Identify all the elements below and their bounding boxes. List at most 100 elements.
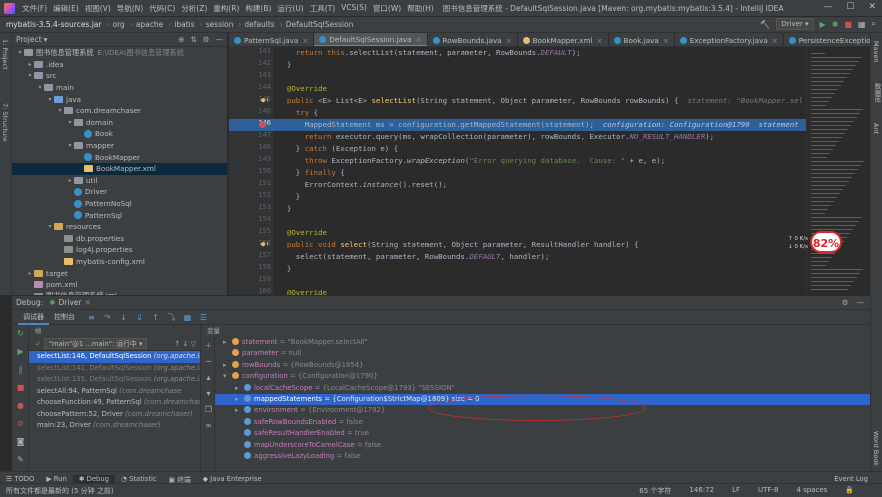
menu-item[interactable]: VCS(S) [338, 3, 370, 14]
hide-icon[interactable]: — [216, 35, 224, 44]
tree-item[interactable]: PatternNoSql [12, 198, 227, 210]
editor-tab[interactable]: ExceptionFactory.java × [675, 33, 784, 46]
menu-item[interactable]: 窗口(W) [370, 3, 404, 14]
editor-tab[interactable]: DefaultSqlSession.java × [314, 33, 428, 46]
stack-frame[interactable]: main:23, Driver (com.dreamchaser) [29, 420, 200, 432]
show-execution-point-icon[interactable]: ≡ [87, 313, 96, 322]
tree-item[interactable]: ▾ src [12, 70, 227, 82]
debug-icon[interactable]: ✱ [832, 20, 839, 29]
step-into-icon[interactable]: ↓ [119, 313, 128, 322]
expand-arrow-icon[interactable]: ▾ [56, 107, 64, 114]
variable-row[interactable]: parameter = null [215, 348, 870, 359]
breakpoint-icon[interactable] [259, 121, 266, 128]
close-tab-icon[interactable]: × [302, 36, 308, 45]
frame-nav-icons[interactable]: ↑ ↓ ▽ [174, 340, 196, 348]
tree-item[interactable]: ▸ .idea [12, 59, 227, 71]
tree-item[interactable]: BookMapper [12, 151, 227, 163]
tree-item[interactable]: mybatis-config.xml [12, 256, 227, 268]
mute-breakpoints-icon[interactable]: ⊘ [16, 419, 25, 428]
tree-item[interactable]: ▾ resources [12, 221, 227, 233]
menu-item[interactable]: 分析(Z) [178, 3, 210, 14]
stop-icon[interactable]: ■ [16, 383, 25, 392]
view-breakpoints-icon[interactable]: ● [16, 401, 25, 410]
tree-item[interactable]: ▾ mapper [12, 140, 227, 152]
locate-icon[interactable]: ⊕ [178, 35, 184, 44]
rerun-icon[interactable]: ↻ [16, 329, 25, 338]
menu-item[interactable]: 编辑(E) [50, 3, 82, 14]
menu-item[interactable]: 帮助(H) [404, 3, 437, 14]
variable-row[interactable]: ▸ localCacheScope = {LocalCacheScope@1793… [215, 383, 870, 394]
expand-arrow-icon[interactable]: ▾ [46, 223, 54, 230]
variable-row[interactable]: ▸ rowBounds = {RowBounds@1854} [215, 360, 870, 371]
tool-window-tab[interactable]: ✱ Debug [72, 474, 115, 483]
tool-window-tab[interactable]: ◆ Java Enterprise [197, 475, 268, 483]
status-line-ending[interactable]: LF [726, 486, 746, 496]
run-icon[interactable]: ▶ [820, 20, 826, 29]
menu-item[interactable]: 构建(B) [242, 3, 274, 14]
tool-window-tab[interactable]: ▣ 终端 [163, 474, 197, 484]
menu-item[interactable]: 运行(U) [274, 3, 306, 14]
stack-frame[interactable]: selectAll:94, PatternSql (com.dreamchase [29, 386, 200, 398]
run-config-select[interactable]: Driver ▾ [776, 18, 814, 30]
tree-item[interactable]: ▸ target [12, 267, 227, 279]
stack-frame[interactable]: selectList:146, DefaultSqlSession (org.a… [29, 351, 200, 363]
run-to-cursor-icon[interactable]: ⤵ [167, 313, 176, 322]
tree-item[interactable]: pom.xml [12, 279, 227, 291]
step-out-icon[interactable]: ↑ [151, 313, 160, 322]
minimap[interactable] [806, 47, 870, 295]
expand-arrow-icon[interactable]: ▾ [16, 49, 24, 56]
tab-debugger[interactable]: 调试器 [18, 310, 49, 325]
breadcrumb-item[interactable]: ibatis [174, 20, 194, 29]
stack-frame[interactable]: choosePattern:52, Driver (com.dreamchase… [29, 409, 200, 421]
project-structure-icon[interactable]: ▦ [858, 20, 866, 29]
expand-arrow-icon[interactable]: ▾ [36, 84, 44, 91]
variable-row[interactable]: safeResultHandlerEnabled = true [215, 428, 870, 439]
lock-icon[interactable]: 🔒 [839, 486, 860, 496]
breadcrumb-item[interactable]: org [113, 20, 125, 29]
breadcrumb-item[interactable]: defaults [244, 20, 274, 29]
tool-window-tab[interactable]: ▶ Run [40, 475, 72, 483]
editor-tab[interactable]: BookMapper.xml × [518, 33, 609, 46]
tree-item[interactable]: ▾ java [12, 93, 227, 105]
expand-arrow-icon[interactable]: ▾ [46, 96, 54, 103]
breadcrumb-item[interactable]: mybatis-3.5.4-sources.jar [6, 20, 102, 29]
new-watch-icon[interactable]: + [204, 341, 213, 350]
variable-row[interactable]: ▾ configuration = {Configuration@1790} [215, 371, 870, 382]
hide-icon[interactable]: — [857, 298, 865, 307]
gear-icon[interactable]: ⚙ [203, 35, 210, 44]
event-log-button[interactable]: Event Log [828, 475, 874, 483]
maximize-button[interactable]: ☐ [846, 2, 854, 12]
more-icon[interactable]: ☰ [199, 313, 208, 322]
pause-icon[interactable]: ‖ [16, 365, 25, 374]
expand-arrow-icon[interactable]: ▸ [223, 337, 232, 348]
tree-item[interactable]: log4j.properties [12, 244, 227, 256]
menu-item[interactable]: 工具(T) [307, 3, 338, 14]
database-tool-label[interactable]: 数据库 [872, 83, 882, 103]
maven-tool-label[interactable]: Maven [872, 41, 880, 63]
close-tab-icon[interactable]: × [597, 36, 603, 45]
expand-arrow-icon[interactable]: ▸ [26, 270, 34, 277]
ant-tool-label[interactable]: Ant [872, 123, 880, 134]
expand-arrow-icon[interactable]: ▾ [66, 142, 74, 149]
up-icon[interactable]: ▴ [204, 373, 213, 382]
structure-tool-label[interactable]: 7: Structure [1, 103, 9, 142]
stack-frame[interactable]: selectList:135, DefaultSqlSession (org.a… [29, 374, 200, 386]
tree-item[interactable]: ▾ 图书信息管理系统 E:\IDEA\图书信息管理系统 [12, 47, 227, 59]
pin-icon[interactable]: ✎ [16, 455, 25, 464]
menu-item[interactable]: 代码(C) [146, 3, 178, 14]
project-title[interactable]: Project [16, 35, 42, 44]
status-position[interactable]: 146:72 [683, 486, 720, 496]
variable-row[interactable]: mapUnderscoreToCamelCase = false [215, 440, 870, 451]
force-step-into-icon[interactable]: ⇓ [135, 313, 144, 322]
expand-arrow-icon[interactable]: ▸ [235, 405, 244, 416]
tree-item[interactable]: ▾ domain [12, 117, 227, 129]
collapse-icon[interactable]: − [204, 357, 213, 366]
project-tool-label[interactable]: 1: Project [1, 39, 9, 70]
stack-frame[interactable]: chooseFunction:49, PatternSql (com.dream… [29, 397, 200, 409]
status-encoding[interactable]: UTF-8 [752, 486, 784, 496]
down-icon[interactable]: ▾ [204, 389, 213, 398]
menu-item[interactable]: 导航(N) [114, 3, 146, 14]
close-tab-icon[interactable]: × [416, 35, 422, 44]
duplicate-icon[interactable]: ❐ [204, 405, 213, 414]
menu-item[interactable]: 重构(R) [210, 3, 242, 14]
